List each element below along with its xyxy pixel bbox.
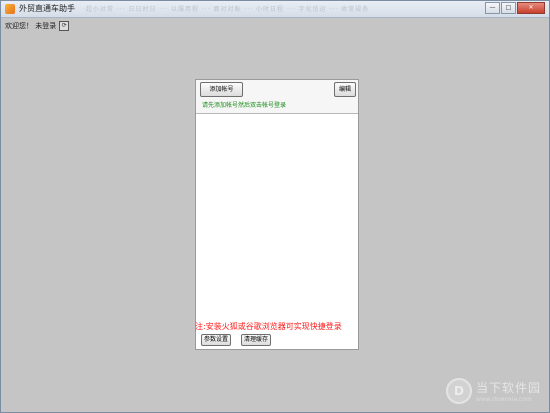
background-tabs-text: ·超小对常 ··· 日日时日 ··· 以服用程 ··· 面对对账 ··· 小时日…: [83, 6, 370, 13]
settings-button[interactable]: 参数设置: [201, 334, 231, 346]
maximize-button[interactable]: □: [501, 2, 516, 14]
window-controls: — □ ✕: [484, 2, 545, 14]
window-title: 外贸直通车助手: [19, 4, 75, 13]
add-account-button[interactable]: 添加帐号: [200, 82, 243, 97]
watermark: D 当下软件园 www.downxia.com: [445, 378, 541, 404]
clear-cache-button[interactable]: 清理缓存: [241, 334, 271, 346]
panel-header: 添加帐号 编辑 请先添加帐号然后双击帐号登录: [196, 80, 358, 114]
account-list[interactable]: [196, 114, 358, 321]
welcome-bar: 欢迎您！ 未登录 ⟳: [5, 21, 70, 31]
refresh-icon[interactable]: ⟳: [59, 21, 70, 31]
title-bar[interactable]: 外贸直通车助手 ·超小对常 ··· 日日时日 ··· 以服用程 ··· 面对对账…: [1, 1, 549, 18]
welcome-text: 欢迎您！ 未登录: [5, 22, 57, 30]
watermark-logo-icon: D: [445, 378, 472, 404]
app-icon: [5, 4, 15, 14]
edit-button[interactable]: 编辑: [334, 82, 356, 97]
login-hint: 请先添加帐号然后双击帐号登录: [202, 102, 287, 109]
close-button[interactable]: ✕: [517, 2, 545, 14]
app-window: 外贸直通车助手 ·超小对常 ··· 日日时日 ··· 以服用程 ··· 面对对账…: [0, 0, 550, 413]
browser-notice: 注:安装火狐或谷歌浏览器可实现快捷登录: [195, 322, 342, 331]
watermark-url: www.downxia.com: [475, 396, 532, 403]
minimize-button[interactable]: —: [485, 2, 500, 14]
account-panel: 添加帐号 编辑 请先添加帐号然后双击帐号登录 注:安装火狐或谷歌浏览器可实现快捷…: [195, 79, 359, 350]
watermark-text: 当下软件园 www.downxia.com: [476, 379, 541, 403]
watermark-name: 当下软件园: [475, 381, 541, 395]
